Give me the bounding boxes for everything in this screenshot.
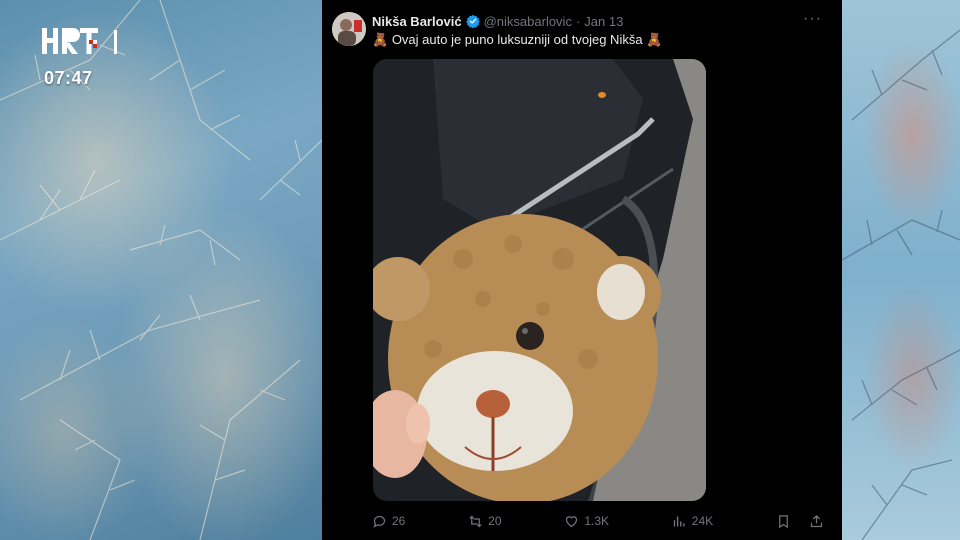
- avatar[interactable]: [332, 12, 366, 46]
- like-button[interactable]: 1.3K: [564, 514, 609, 529]
- user-handle[interactable]: @niksabarlovic: [484, 14, 572, 29]
- tweet-action-bar: 26 20 1.3K 24K: [372, 510, 824, 532]
- heart-icon: [566, 515, 578, 527]
- avatar-image: [332, 12, 366, 46]
- broadcast-clock: 07:47: [44, 68, 93, 88]
- views-button[interactable]: 24K: [672, 514, 713, 529]
- reply-button[interactable]: 26: [372, 514, 405, 529]
- repost-button[interactable]: 20: [468, 514, 502, 529]
- more-options-icon[interactable]: ···: [803, 10, 822, 28]
- tweet-header: Nikša Barlović @niksabarlovic · Jan 13: [372, 12, 623, 30]
- like-count: 1.3K: [584, 514, 609, 528]
- bookmark-icon: [779, 514, 788, 528]
- tweet-text: 🧸 Ovaj auto je puno luksuzniji od tvojeg…: [372, 32, 662, 48]
- tweet-card[interactable]: Nikša Barlović @niksabarlovic · Jan 13 ·…: [322, 0, 842, 540]
- share-button[interactable]: [809, 514, 824, 529]
- teddy-bear-car-photo: [373, 59, 706, 501]
- tweet-date[interactable]: Jan 13: [584, 14, 623, 29]
- hrt-logo-mark: [42, 28, 117, 54]
- verified-badge-icon: [465, 14, 480, 28]
- bookmark-button[interactable]: [776, 514, 791, 529]
- teddy-bear-emoji-icon: 🧸: [372, 32, 389, 47]
- view-count: 24K: [691, 514, 714, 528]
- reply-count: 26: [392, 514, 406, 528]
- reply-icon: [373, 515, 386, 528]
- repost-icon: [469, 515, 482, 527]
- secondary-actions: [776, 514, 824, 529]
- repost-count: 20: [488, 514, 502, 528]
- share-icon: [810, 514, 823, 527]
- separator-dot: ·: [575, 13, 581, 29]
- frost-pattern-right: [842, 29, 960, 540]
- hrt-logo: [42, 26, 124, 58]
- teddy-bear-emoji-icon: 🧸: [646, 32, 663, 47]
- tweet-media-photo[interactable]: [373, 59, 706, 501]
- background-frost-right: [842, 0, 960, 540]
- views-chart-icon: [673, 516, 685, 526]
- tweet-body: Ovaj auto je puno luksuzniji od tvojeg N…: [391, 32, 643, 47]
- display-name[interactable]: Nikša Barlović: [372, 14, 462, 29]
